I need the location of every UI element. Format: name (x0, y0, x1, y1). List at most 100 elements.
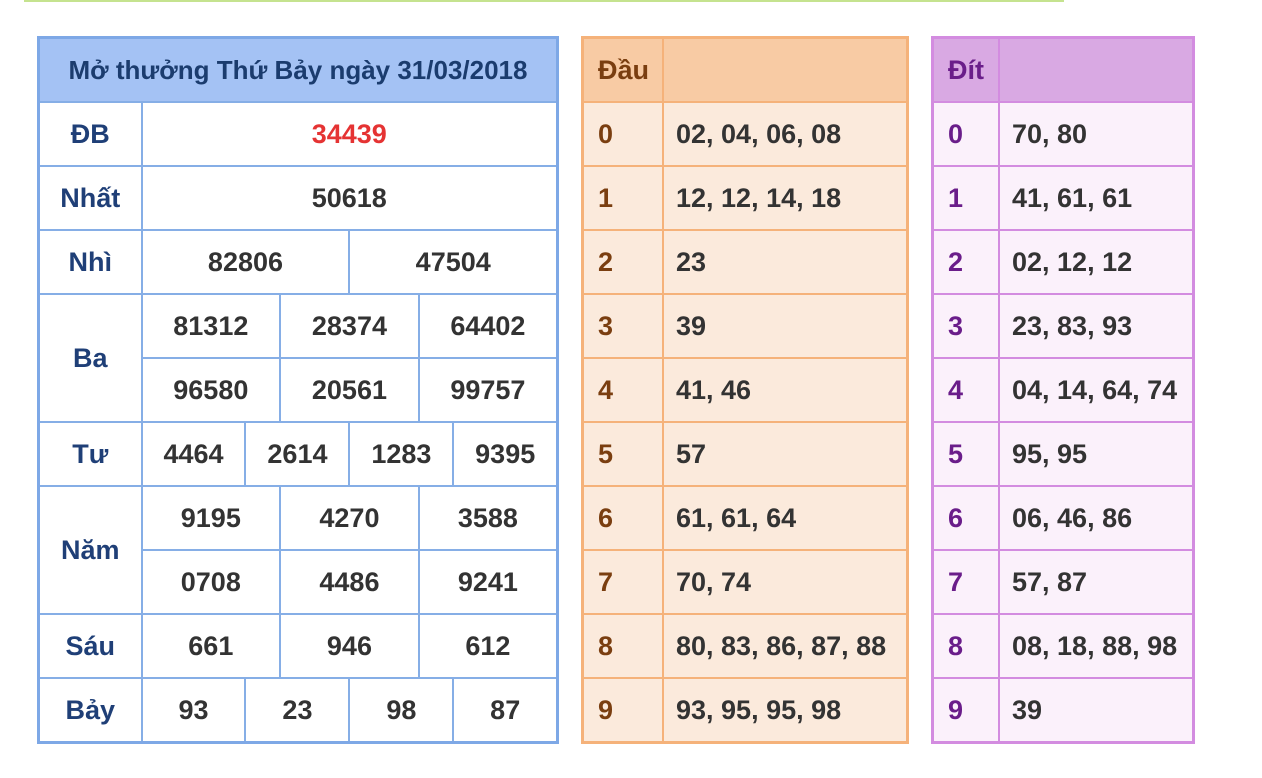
dau-key: 7 (581, 549, 664, 615)
dau-key: 8 (581, 613, 664, 679)
prize-number: 87 (452, 677, 559, 744)
prize-row-nhat: Nhất 50618 (37, 165, 559, 231)
prize-row-tu: Tư 4464 2614 1283 9395 (37, 421, 559, 487)
prize-number: 34439 (140, 101, 559, 167)
dau-row: 7 70, 74 (581, 549, 909, 615)
dit-key: 3 (931, 293, 1000, 359)
dau-key: 9 (581, 677, 664, 744)
prize-label-ba: Ba (37, 293, 143, 423)
dau-row: 8 80, 83, 86, 87, 88 (581, 613, 909, 679)
results-title-row: Mở thưởng Thứ Bảy ngày 31/03/2018 (37, 36, 559, 103)
prize-label-sau: Sáu (37, 613, 143, 679)
prize-number: 4464 (140, 421, 247, 487)
dit-key: 8 (931, 613, 1000, 679)
prize-number: 9195 (140, 485, 282, 551)
dau-values: 80, 83, 86, 87, 88 (662, 613, 909, 679)
prize-number: 3588 (417, 485, 559, 551)
dit-key: 0 (931, 101, 1000, 167)
dau-values: 23 (662, 229, 909, 295)
dit-table: Đít 0 70, 80 1 41, 61, 61 2 02, 12, 12 3 23,… (931, 36, 1195, 744)
results-title: Mở thưởng Thứ Bảy ngày 31/03/2018 (37, 36, 559, 103)
dau-row: 1 12, 12, 14, 18 (581, 165, 909, 231)
prize-row-nam: Năm 9195 4270 3588 (37, 485, 559, 615)
dau-values: 39 (662, 293, 909, 359)
dit-row: 4 04, 14, 64, 74 (931, 357, 1195, 423)
dau-row: 2 23 (581, 229, 909, 295)
dit-row: 5 95, 95 (931, 421, 1195, 487)
dit-key: 4 (931, 357, 1000, 423)
prize-number: 93 (140, 677, 247, 744)
prize-row-bay: Bảy 93 23 98 87 (37, 677, 559, 744)
prize-number: 946 (279, 613, 420, 679)
dau-values: 61, 61, 64 (662, 485, 909, 551)
dau-values: 57 (662, 421, 909, 487)
dit-row: 3 23, 83, 93 (931, 293, 1195, 359)
dit-header-row: Đít (931, 36, 1195, 103)
dau-header-empty (662, 36, 909, 103)
dit-row: 2 02, 12, 12 (931, 229, 1195, 295)
prize-number: 2614 (244, 421, 351, 487)
prize-number: 64402 (417, 293, 559, 359)
dit-row: 6 06, 46, 86 (931, 485, 1195, 551)
dau-header: Đầu (581, 36, 664, 103)
dau-row: 9 93, 95, 95, 98 (581, 677, 909, 744)
prize-row-ba: Ba 81312 28374 64402 (37, 293, 559, 423)
prize-number: 9241 (417, 549, 559, 615)
dau-values: 12, 12, 14, 18 (662, 165, 909, 231)
prize-number: 47504 (348, 229, 559, 295)
prize-number: 4486 (279, 549, 420, 615)
dau-key: 3 (581, 293, 664, 359)
prize-number: 98 (348, 677, 455, 744)
dau-key: 2 (581, 229, 664, 295)
prize-number: 96580 (140, 357, 282, 423)
prize-number: 612 (417, 613, 559, 679)
prize-number: 20561 (279, 357, 420, 423)
dau-header-row: Đầu (581, 36, 909, 103)
dit-values: 39 (998, 677, 1195, 744)
prize-number: 661 (140, 613, 282, 679)
dau-values: 93, 95, 95, 98 (662, 677, 909, 744)
prize-label-nhi: Nhì (37, 229, 143, 295)
dau-key: 5 (581, 421, 664, 487)
dit-key: 1 (931, 165, 1000, 231)
results-table: Mở thưởng Thứ Bảy ngày 31/03/2018 ĐB 344… (37, 36, 559, 744)
dau-key: 6 (581, 485, 664, 551)
top-banner-frame (24, 0, 1064, 2)
dit-key: 2 (931, 229, 1000, 295)
dau-key: 1 (581, 165, 664, 231)
dit-values: 70, 80 (998, 101, 1195, 167)
prize-label-bay: Bảy (37, 677, 143, 744)
dau-key: 0 (581, 101, 664, 167)
dau-table: Đầu 0 02, 04, 06, 08 1 12, 12, 14, 18 2 23 … (581, 36, 909, 744)
dit-values: 23, 83, 93 (998, 293, 1195, 359)
dau-row: 4 41, 46 (581, 357, 909, 423)
prize-row-sau: Sáu 661 946 612 (37, 613, 559, 679)
prize-label-nam: Năm (37, 485, 143, 615)
dau-row: 3 39 (581, 293, 909, 359)
prize-number: 81312 (140, 293, 282, 359)
prize-number: 9395 (452, 421, 559, 487)
prize-number: 23 (244, 677, 351, 744)
prize-number: 0708 (140, 549, 282, 615)
dau-row: 6 61, 61, 64 (581, 485, 909, 551)
dau-key: 4 (581, 357, 664, 423)
dit-key: 9 (931, 677, 1000, 744)
prize-number: 50618 (140, 165, 559, 231)
prize-number: 4270 (279, 485, 420, 551)
dit-values: 06, 46, 86 (998, 485, 1195, 551)
prize-label-db: ĐB (37, 101, 143, 167)
dit-key: 6 (931, 485, 1000, 551)
prize-row-db: ĐB 34439 (37, 101, 559, 167)
prize-row-nhi: Nhì 82806 47504 (37, 229, 559, 295)
dau-row: 0 02, 04, 06, 08 (581, 101, 909, 167)
dit-values: 57, 87 (998, 549, 1195, 615)
dit-row: 0 70, 80 (931, 101, 1195, 167)
dit-values: 41, 61, 61 (998, 165, 1195, 231)
dau-values: 70, 74 (662, 549, 909, 615)
prize-number: 1283 (348, 421, 455, 487)
dau-row: 5 57 (581, 421, 909, 487)
prize-label-tu: Tư (37, 421, 143, 487)
prize-number: 28374 (279, 293, 420, 359)
dit-row: 8 08, 18, 88, 98 (931, 613, 1195, 679)
dit-row: 9 39 (931, 677, 1195, 744)
